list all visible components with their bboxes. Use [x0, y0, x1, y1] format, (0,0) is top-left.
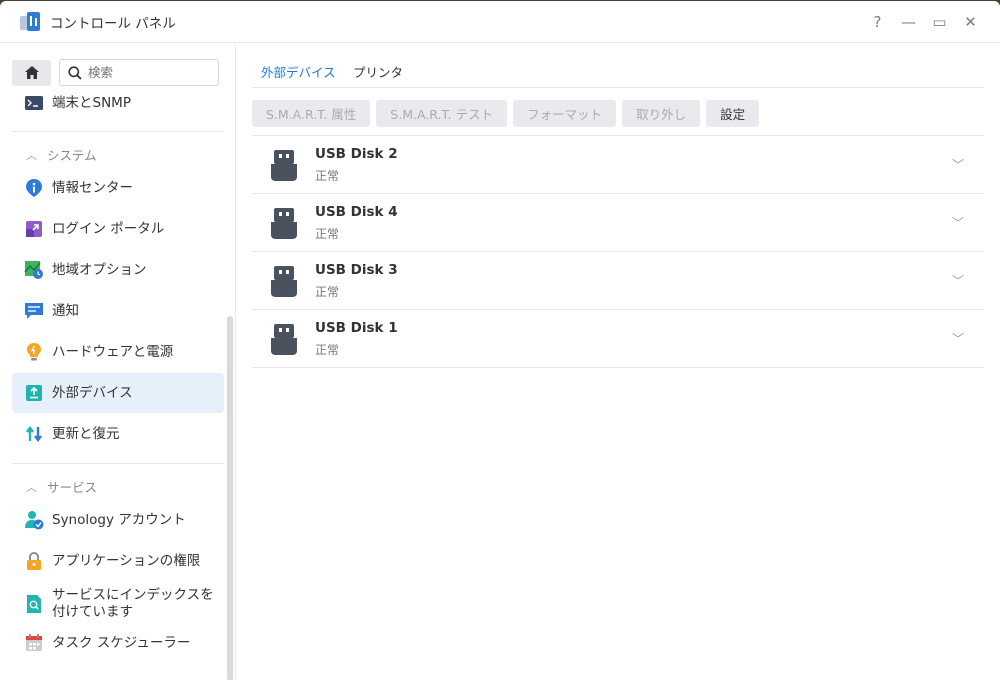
sidebar-item-task-scheduler[interactable]: タスク スケジューラー — [12, 623, 224, 663]
sidebar-item-application-privileges[interactable]: アプリケーションの権限 — [12, 541, 224, 581]
device-status: 正常 — [315, 343, 340, 357]
sidebar: 端末とSNMP ︿ システム 情報センター ログイン ポータル 地域オプション … — [0, 44, 236, 680]
update-restore-icon — [26, 426, 42, 442]
sidebar-item-label: タスク スケジューラー — [52, 634, 191, 651]
close-button[interactable]: ✕ — [955, 13, 986, 31]
sidebar-search-row — [0, 44, 235, 86]
sidebar-item-label: ハードウェアと電源 — [52, 343, 174, 360]
chevron-down-icon[interactable]: ﹀ — [952, 272, 964, 289]
chevron-up-icon: ︿ — [26, 148, 37, 162]
sidebar-item-label: 更新と復元 — [52, 425, 120, 442]
help-button[interactable]: ? — [862, 13, 893, 31]
section-header-system[interactable]: ︿ システム — [26, 145, 97, 164]
sidebar-item-hardware-power[interactable]: ハードウェアと電源 — [12, 332, 224, 372]
login-portal-icon — [26, 221, 42, 237]
sidebar-item-label: 情報センター — [52, 179, 133, 196]
sidebar-item-update-restore[interactable]: 更新と復元 — [12, 414, 224, 454]
chevron-down-icon[interactable]: ﹀ — [952, 156, 964, 173]
sidebar-item-notification[interactable]: 通知 — [12, 291, 224, 331]
external-devices-icon — [26, 385, 42, 401]
device-name: USB Disk 1 — [315, 320, 398, 336]
info-icon — [26, 179, 42, 197]
device-row[interactable]: USB Disk 3 正常 ﹀ — [252, 252, 984, 310]
maximize-button[interactable]: ▭ — [924, 13, 955, 31]
smart-test-button[interactable]: S.M.A.R.T. テスト — [376, 100, 508, 127]
sidebar-item-label: Synology アカウント — [52, 511, 186, 528]
terminal-icon — [25, 96, 43, 110]
sidebar-item-terminal-snmp[interactable]: 端末とSNMP — [12, 83, 224, 123]
sidebar-item-label: サービスにインデックスを 付けています — [52, 587, 214, 621]
eject-button[interactable]: 取り外し — [622, 100, 701, 127]
device-row[interactable]: USB Disk 2 正常 ﹀ — [252, 136, 984, 194]
lock-icon — [27, 551, 41, 570]
section-label: サービス — [47, 480, 98, 495]
chevron-up-icon: ︿ — [26, 480, 37, 494]
control-panel-window: コントロール パネル ? — ▭ ✕ 端末とSNMP ︿ システム — [0, 1, 1000, 680]
sidebar-item-label: 端末とSNMP — [52, 94, 131, 111]
window-title: コントロール パネル — [50, 15, 176, 32]
device-status: 正常 — [315, 169, 340, 183]
sidebar-item-label: 地域オプション — [52, 261, 147, 278]
tab-external-devices[interactable]: 外部デバイス — [261, 62, 336, 81]
regional-options-icon — [24, 261, 43, 279]
main-content: 外部デバイス プリンタ S.M.A.R.T. 属性 S.M.A.R.T. テスト… — [237, 44, 1000, 680]
device-name: USB Disk 4 — [315, 204, 398, 220]
usb-drive-icon — [271, 266, 297, 297]
device-name: USB Disk 2 — [315, 146, 398, 162]
sidebar-item-label: アプリケーションの権限 — [52, 552, 201, 569]
control-panel-app-icon — [20, 11, 40, 32]
sidebar-divider — [12, 131, 224, 132]
device-row[interactable]: USB Disk 4 正常 ﹀ — [252, 194, 984, 252]
format-button[interactable]: フォーマット — [513, 100, 617, 127]
label-line-1: サービスにインデックスを — [52, 587, 214, 603]
synology-account-icon — [25, 511, 44, 530]
sidebar-item-label: 外部デバイス — [52, 384, 133, 401]
indexing-service-icon — [27, 595, 41, 613]
usb-drive-icon — [271, 324, 297, 355]
title-bar[interactable]: コントロール パネル ? — ▭ ✕ — [0, 1, 1000, 43]
sidebar-item-info-center[interactable]: 情報センター — [12, 168, 224, 208]
label-line-2: 付けています — [52, 604, 133, 620]
device-row[interactable]: USB Disk 1 正常 ﹀ — [252, 310, 984, 368]
device-status: 正常 — [315, 285, 340, 299]
settings-button[interactable]: 設定 — [706, 100, 760, 127]
search-input[interactable] — [88, 65, 198, 80]
notification-icon — [25, 303, 43, 319]
sidebar-item-synology-account[interactable]: Synology アカウント — [12, 500, 224, 540]
chevron-down-icon[interactable]: ﹀ — [952, 330, 964, 347]
sidebar-item-regional-options[interactable]: 地域オプション — [12, 250, 224, 290]
section-header-services[interactable]: ︿ サービス — [26, 477, 97, 496]
smart-attributes-button[interactable]: S.M.A.R.T. 属性 — [252, 100, 371, 127]
sidebar-item-label: ログイン ポータル — [52, 220, 165, 237]
minimize-button[interactable]: — — [893, 13, 924, 31]
tab-bar: 外部デバイス プリンタ — [252, 44, 984, 88]
home-icon — [24, 66, 39, 79]
usb-drive-icon — [271, 208, 297, 239]
sidebar-item-label: 通知 — [52, 302, 79, 319]
usb-drive-icon — [271, 150, 297, 181]
task-scheduler-icon — [26, 634, 42, 651]
sidebar-item-indexing-service[interactable]: サービスにインデックスを 付けています — [12, 582, 224, 626]
toolbar: S.M.A.R.T. 属性 S.M.A.R.T. テスト フォーマット 取り外し… — [252, 100, 765, 127]
tab-printer[interactable]: プリンタ — [353, 62, 403, 81]
window-controls: ? — ▭ ✕ — [862, 1, 986, 43]
sidebar-item-external-devices[interactable]: 外部デバイス — [12, 373, 224, 413]
section-label: システム — [47, 148, 97, 163]
sidebar-scrollbar[interactable] — [227, 316, 233, 680]
hardware-power-icon — [27, 343, 41, 361]
search-icon — [68, 65, 82, 80]
device-status: 正常 — [315, 227, 340, 241]
chevron-down-icon[interactable]: ﹀ — [952, 214, 964, 231]
home-button[interactable] — [12, 59, 51, 86]
search-field[interactable] — [59, 59, 219, 86]
device-list: USB Disk 2 正常 ﹀ USB Disk 4 正常 ﹀ USB Disk… — [252, 135, 984, 368]
sidebar-divider — [12, 463, 224, 464]
device-name: USB Disk 3 — [315, 262, 398, 278]
sidebar-item-login-portal[interactable]: ログイン ポータル — [12, 209, 224, 249]
